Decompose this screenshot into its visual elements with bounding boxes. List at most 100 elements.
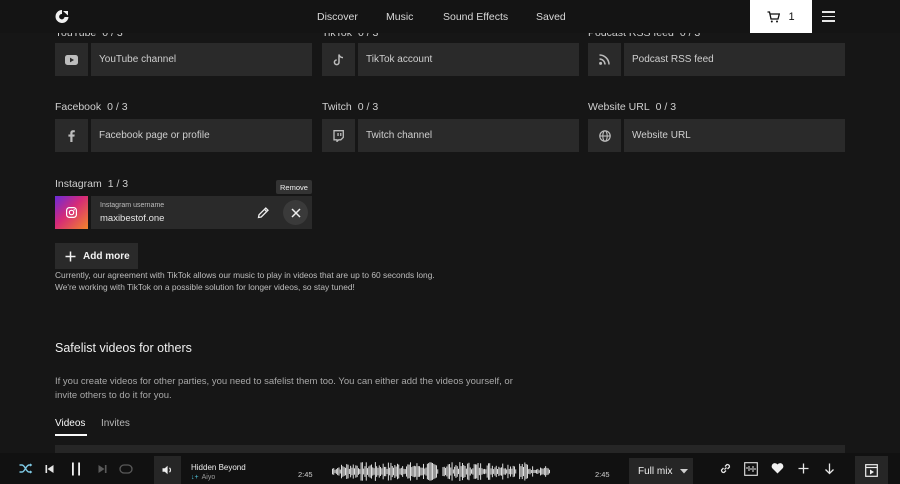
waveform-bar — [510, 466, 511, 477]
pause-icon[interactable] — [68, 461, 83, 476]
waveform-bar — [364, 466, 366, 477]
waveform-bar — [367, 468, 368, 475]
waveform-bar — [463, 465, 465, 478]
link-icon[interactable] — [718, 461, 733, 476]
website-field[interactable]: Website URL — [588, 119, 845, 152]
waveform-bar — [432, 463, 433, 480]
facebook-label: Facebook 0 / 3 — [55, 101, 128, 113]
waveform-bar — [481, 468, 483, 475]
previous-track-icon[interactable] — [42, 461, 57, 476]
media-window-icon — [865, 463, 878, 477]
youtube-input[interactable]: YouTube channel — [91, 43, 312, 76]
waveform-bar — [523, 467, 524, 477]
add-more-button[interactable]: Add more — [55, 243, 138, 269]
facebook-field[interactable]: Facebook page or profile — [55, 119, 312, 152]
waveform-bar — [488, 463, 489, 480]
waveform-bar — [380, 467, 381, 476]
waveform-bar — [478, 467, 480, 476]
podcast-input[interactable]: Podcast RSS feed — [624, 43, 845, 76]
waveform-bar — [391, 466, 393, 478]
waveform-bar — [361, 462, 363, 481]
website-label: Website URL 0 / 3 — [588, 101, 677, 113]
safelist-title: Safelist videos for others — [55, 341, 192, 355]
cart-button[interactable]: 1 — [750, 0, 812, 33]
nav-discover[interactable]: Discover — [317, 11, 358, 23]
waveform-bar — [472, 468, 474, 475]
next-track-icon[interactable] — [95, 461, 110, 476]
logo-icon[interactable] — [55, 9, 69, 24]
remove-close-icon[interactable] — [283, 200, 308, 225]
waveform-bar — [389, 467, 391, 476]
instagram-username-value: maxibestof.one — [100, 213, 165, 224]
waveform-bar — [408, 464, 410, 479]
waveform-bar — [529, 468, 531, 475]
waveform-bar — [476, 464, 478, 479]
waveform-bar — [384, 466, 385, 477]
waveform-bar — [430, 462, 432, 481]
tab-videos[interactable]: Videos — [55, 418, 85, 429]
waveform-bar — [473, 464, 475, 479]
waveform-bar — [534, 470, 536, 473]
tiktok-field[interactable]: TikTok account — [322, 43, 579, 76]
waveform-bar — [504, 468, 506, 475]
podcast-field[interactable]: Podcast RSS feed — [588, 43, 845, 76]
track-title[interactable]: Hidden Beyond — [191, 463, 246, 472]
volume-button[interactable] — [154, 456, 181, 484]
tiktok-icon — [322, 43, 355, 76]
waveform-bar — [393, 467, 394, 476]
waveform-bar — [458, 468, 459, 475]
waveform-bar — [372, 467, 374, 476]
nav-music[interactable]: Music — [386, 11, 413, 23]
waveform-bar — [542, 468, 544, 475]
waveform-bar — [341, 464, 342, 479]
website-input[interactable]: Website URL — [624, 119, 845, 152]
tab-invites[interactable]: Invites — [101, 418, 130, 429]
waveform[interactable] — [318, 459, 584, 484]
waveform-bar — [423, 463, 424, 479]
download-icon[interactable] — [822, 461, 837, 476]
expand-player-button[interactable] — [855, 456, 888, 484]
tiktok-input[interactable]: TikTok account — [358, 43, 579, 76]
twitch-input[interactable]: Twitch channel — [358, 119, 579, 152]
heart-icon[interactable] — [770, 461, 785, 476]
waveform-bar — [543, 467, 545, 476]
waveform-bar — [498, 466, 500, 477]
hamburger-menu-icon[interactable] — [822, 11, 835, 22]
mix-label: Full mix — [638, 465, 673, 477]
waveform-bar — [527, 464, 528, 479]
waveform-bar — [377, 467, 379, 476]
add-to-playlist-icon[interactable] — [796, 461, 811, 476]
shuffle-icon[interactable] — [18, 461, 33, 476]
waveform-bar — [490, 468, 492, 475]
waveform-bar — [451, 462, 453, 481]
waveform-bar — [482, 469, 484, 474]
waveform-bar — [515, 469, 517, 474]
twitch-field[interactable]: Twitch channel — [322, 119, 579, 152]
nav-saved[interactable]: Saved — [536, 11, 566, 23]
waveform-bar — [359, 469, 361, 474]
instagram-username-box: Instagram username maxibestof.one — [91, 196, 312, 229]
edit-pencil-icon[interactable] — [254, 203, 272, 221]
waveform-bar — [491, 465, 493, 478]
facebook-input[interactable]: Facebook page or profile — [91, 119, 312, 152]
waveform-bar — [446, 466, 448, 477]
stems-icon[interactable] — [743, 461, 758, 476]
waveform-bar — [540, 467, 541, 476]
waveform-bar — [464, 466, 466, 477]
waveform-bar — [434, 464, 436, 479]
waveform-bar — [536, 469, 537, 474]
waveform-bar — [489, 463, 491, 480]
track-artist[interactable]: ↓+ Aiyo — [191, 474, 215, 481]
waveform-bar — [477, 463, 479, 480]
waveform-bar — [429, 462, 431, 481]
waveform-bar — [338, 467, 340, 476]
artist-add-icons: ↓+ — [191, 474, 199, 481]
waveform-bar — [455, 465, 457, 478]
youtube-field[interactable]: YouTube channel — [55, 43, 312, 76]
waveform-bar — [495, 465, 497, 478]
mix-selector[interactable]: Full mix — [629, 458, 693, 484]
waveform-bar — [507, 464, 509, 479]
nav-sound-effects[interactable]: Sound Effects — [443, 11, 508, 23]
waveform-bar — [360, 462, 362, 481]
loop-icon[interactable] — [118, 461, 133, 476]
